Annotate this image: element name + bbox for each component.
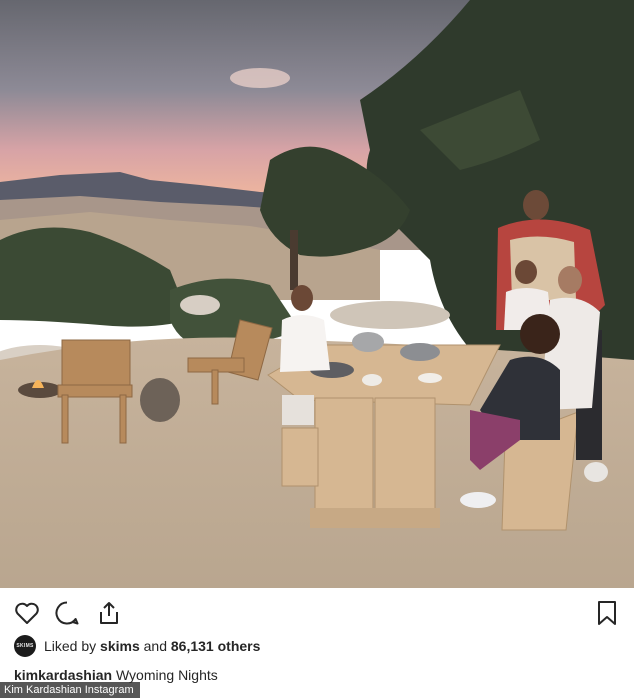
- photo-credit: Kim Kardashian Instagram: [0, 682, 140, 698]
- liked-by-count[interactable]: 86,131 others: [171, 638, 261, 654]
- share-icon[interactable]: [94, 598, 124, 628]
- caption-username[interactable]: kimkardashian: [14, 667, 112, 683]
- post-actions-bar: [0, 588, 634, 638]
- liked-by-user[interactable]: skims: [100, 638, 140, 654]
- photo-credit-text: Kim Kardashian Instagram: [4, 684, 134, 696]
- bookmark-icon[interactable]: [592, 598, 622, 628]
- post-photo[interactable]: [0, 0, 634, 588]
- heart-icon[interactable]: [12, 598, 42, 628]
- liker-avatar-text: SKIMS: [16, 643, 34, 649]
- liked-by-prefix: Liked by: [44, 638, 97, 654]
- liked-by-row: SKIMS Liked by skims and 86,131 others: [14, 634, 260, 658]
- liker-avatar[interactable]: SKIMS: [14, 635, 36, 657]
- comment-icon[interactable]: [52, 598, 82, 628]
- post-caption: kimkardashian Wyoming Nights: [14, 667, 218, 683]
- caption-text: Wyoming Nights: [115, 667, 218, 683]
- liked-by-and: and: [143, 638, 167, 654]
